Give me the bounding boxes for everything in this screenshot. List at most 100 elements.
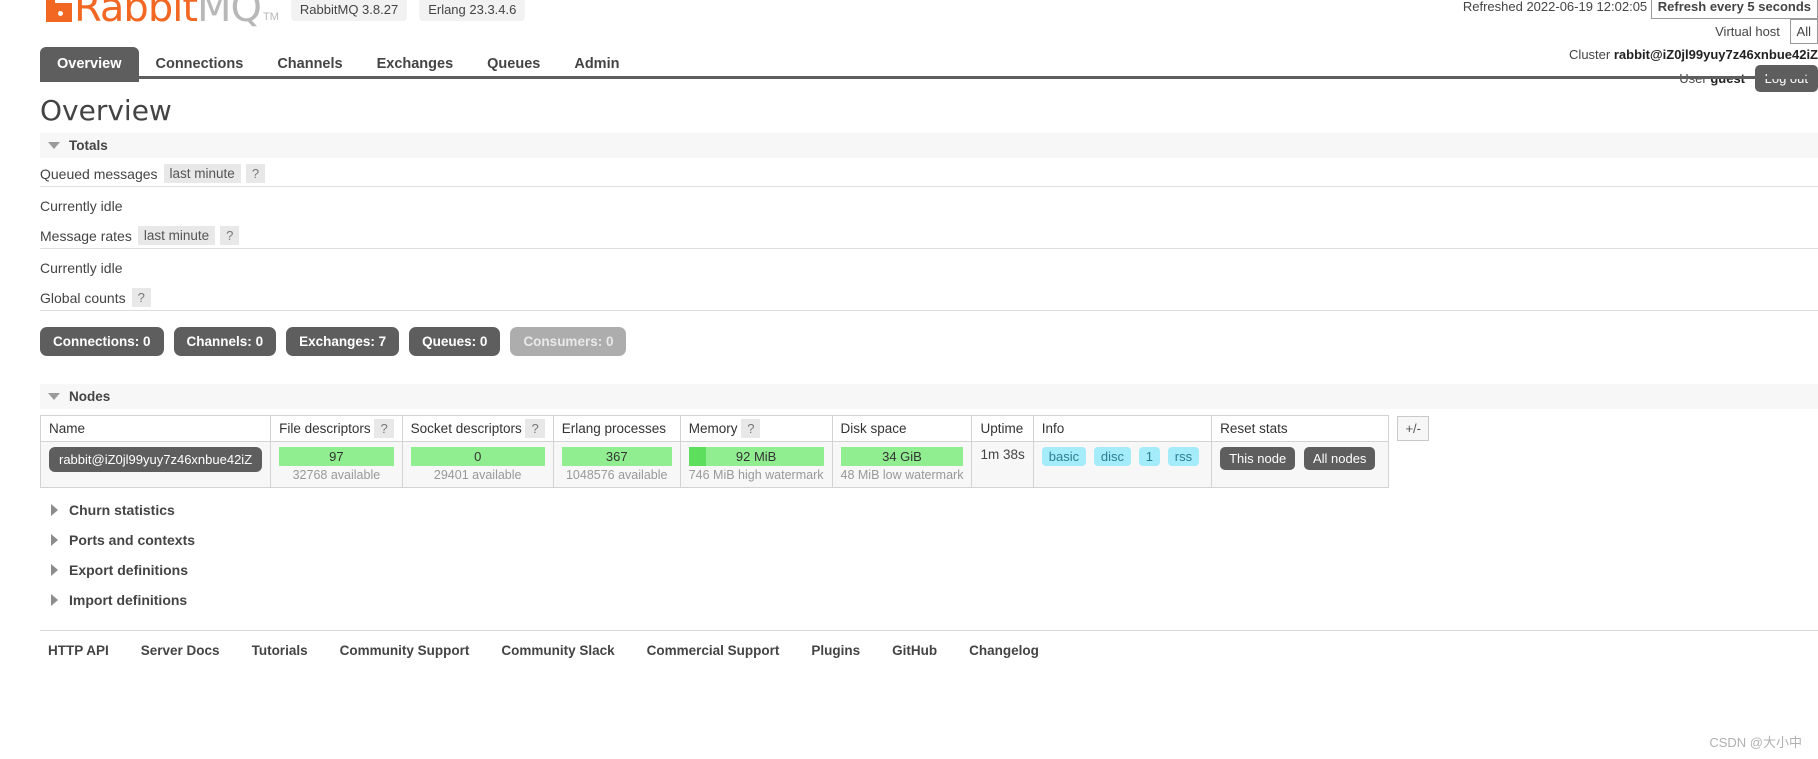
refresh-interval-select[interactable]: Refresh every 5 seconds (1650, 0, 1818, 19)
main-content: Overview Totals Queued messages last min… (0, 80, 1818, 658)
memory-sub: 746 MiB high watermark (688, 468, 824, 482)
global-counts-help-icon[interactable]: ? (131, 288, 151, 307)
message-rates-idle: Currently idle (40, 260, 123, 276)
footer-link-community-support[interactable]: Community Support (340, 643, 470, 658)
message-rates-help-icon[interactable]: ? (220, 226, 240, 245)
node-name-link[interactable]: rabbit@iZ0jl99yuy7z46xnbue42iZ (49, 447, 263, 472)
col-socket-descriptors-label: Socket descriptors (410, 421, 522, 436)
nodes-table-header-row: Name File descriptors ? Socket descripto… (39, 415, 1390, 442)
memory-gauge: 92 MiB (688, 447, 824, 466)
queued-messages-help-icon[interactable]: ? (245, 164, 266, 183)
cell-node-name: rabbit@iZ0jl99yuy7z46xnbue42iZ (39, 441, 272, 488)
queued-messages-label: Queued messages (40, 165, 158, 182)
section-label-export-definitions: Export definitions (69, 562, 188, 578)
footer-links: HTTP API Server Docs Tutorials Community… (48, 631, 1818, 658)
col-file-descriptors[interactable]: File descriptors ? (270, 415, 403, 442)
queued-messages-period-chip[interactable]: last minute (163, 164, 241, 183)
badge-queues-label: Queues: (422, 334, 477, 349)
col-socket-descriptors[interactable]: Socket descriptors ? (401, 415, 554, 442)
col-reset-stats: Reset stats (1211, 415, 1390, 442)
column-toggle-button[interactable]: +/- (1397, 416, 1429, 441)
global-counts-row: Global counts ? (40, 282, 1818, 315)
erlang-processes-gauge: 367 (561, 447, 672, 466)
footer-link-server-docs[interactable]: Server Docs (141, 643, 220, 658)
badge-consumers[interactable]: Consumers: 0 (510, 327, 627, 356)
footer-link-github[interactable]: GitHub (892, 643, 937, 658)
cell-uptime: 1m 38s (971, 441, 1034, 488)
col-uptime[interactable]: Uptime (971, 415, 1034, 442)
footer-link-tutorials[interactable]: Tutorials (252, 643, 308, 658)
vhost-label: Virtual host (1715, 24, 1780, 39)
badge-queues[interactable]: Queues: 0 (409, 327, 501, 356)
cluster-label: Cluster (1569, 47, 1611, 62)
section-header-ports-and-contexts[interactable]: Ports and contexts (40, 532, 1818, 548)
cell-reset-stats: This node All nodes (1211, 441, 1390, 488)
memory-help-icon[interactable]: ? (741, 419, 761, 438)
col-memory[interactable]: Memory ? (679, 415, 833, 442)
logo-trademark: TM (263, 11, 279, 23)
badge-exchanges-value: 7 (378, 334, 387, 349)
logo-text-mq: MQ (197, 0, 262, 31)
footer-link-plugins[interactable]: Plugins (811, 643, 860, 658)
info-tag-count[interactable]: 1 (1138, 447, 1160, 466)
message-rates-label: Message rates (40, 227, 132, 244)
file-descriptors-help-icon[interactable]: ? (374, 419, 394, 438)
badge-connections[interactable]: Connections: 0 (40, 327, 164, 356)
section-label-churn-statistics: Churn statistics (69, 502, 175, 518)
vhost-select[interactable]: All (1789, 19, 1818, 44)
col-memory-label: Memory (688, 421, 738, 436)
badge-exchanges[interactable]: Exchanges: 7 (286, 327, 400, 356)
badge-channels-value: 0 (255, 334, 264, 349)
info-tag-disc[interactable]: disc (1093, 447, 1131, 466)
footer-link-changelog[interactable]: Changelog (969, 643, 1039, 658)
message-rates-period-chip[interactable]: last minute (137, 226, 216, 245)
nodes-section: Nodes Name File descriptors ? Socket des… (0, 384, 1818, 488)
section-header-export-definitions[interactable]: Export definitions (40, 562, 1818, 578)
file-descriptors-value: 97 (329, 449, 344, 464)
section-label-import-definitions: Import definitions (69, 592, 188, 608)
section-header-import-definitions[interactable]: Import definitions (40, 592, 1818, 608)
queued-messages-idle: Currently idle (40, 198, 123, 214)
section-header-totals[interactable]: Totals (40, 133, 1818, 158)
watermark: CSDN @大小中 (1709, 735, 1802, 750)
badge-channels[interactable]: Channels: 0 (173, 327, 277, 356)
col-disk-space[interactable]: Disk space (831, 415, 973, 442)
cell-disk-space: 34 GiB 48 MiB low watermark (831, 441, 973, 488)
refresh-line: Refreshed 2022-06-19 12:02:05 Refresh ev… (1463, 0, 1818, 19)
col-file-descriptors-label: File descriptors (279, 421, 371, 436)
chevron-down-icon (48, 393, 60, 400)
rabbitmq-management-page: Rabbit MQ TM RabbitMQ 3.8.27 Erlang 23.3… (0, 0, 1818, 759)
vhost-line: Virtual host All (1463, 19, 1818, 44)
cell-info: basic disc 1 rss (1032, 441, 1213, 488)
cluster-name: rabbit@iZ0jl99yuy7z46xnbue42iZ (1613, 47, 1818, 62)
disk-space-gauge: 34 GiB (840, 447, 964, 466)
footer-link-commercial-support[interactable]: Commercial Support (647, 643, 780, 658)
chevron-right-icon (51, 564, 58, 576)
info-tag-basic[interactable]: basic (1041, 447, 1087, 466)
reset-stats-all-nodes-button[interactable]: All nodes (1303, 447, 1376, 470)
cluster-line: Cluster rabbit@iZ0jl99yuy7z46xnbue42iZ (1463, 44, 1818, 65)
chevron-right-icon (51, 594, 58, 606)
footer-link-community-slack[interactable]: Community Slack (501, 643, 614, 658)
col-erlang-processes[interactable]: Erlang processes (552, 415, 681, 442)
disk-space-sub: 48 MiB low watermark (840, 468, 964, 482)
section-label-totals: Totals (69, 138, 108, 153)
file-descriptors-gauge: 97 (279, 447, 394, 466)
info-tag-rss[interactable]: rss (1167, 447, 1200, 466)
section-header-nodes[interactable]: Nodes (40, 384, 1818, 409)
footer-link-http-api[interactable]: HTTP API (48, 643, 109, 658)
cell-socket-descriptors: 0 29401 available (401, 441, 554, 488)
section-label-ports-and-contexts: Ports and contexts (69, 532, 196, 548)
section-header-churn-statistics[interactable]: Churn statistics (40, 502, 1818, 518)
memory-value: 92 MiB (735, 449, 777, 464)
tabs-underline (40, 76, 1818, 79)
brand-logo[interactable]: Rabbit MQ TM RabbitMQ 3.8.27 Erlang 23.3… (46, 0, 526, 31)
reset-stats-this-node-button[interactable]: This node (1220, 447, 1296, 470)
socket-descriptors-value: 0 (474, 449, 482, 464)
cell-memory: 92 MiB 746 MiB high watermark (679, 441, 833, 488)
erlang-version-badge: Erlang 23.3.4.6 (419, 0, 526, 21)
col-name[interactable]: Name (39, 415, 272, 442)
socket-descriptors-help-icon[interactable]: ? (525, 419, 545, 438)
col-info[interactable]: Info (1032, 415, 1213, 442)
socket-descriptors-sub: 29401 available (433, 468, 522, 482)
